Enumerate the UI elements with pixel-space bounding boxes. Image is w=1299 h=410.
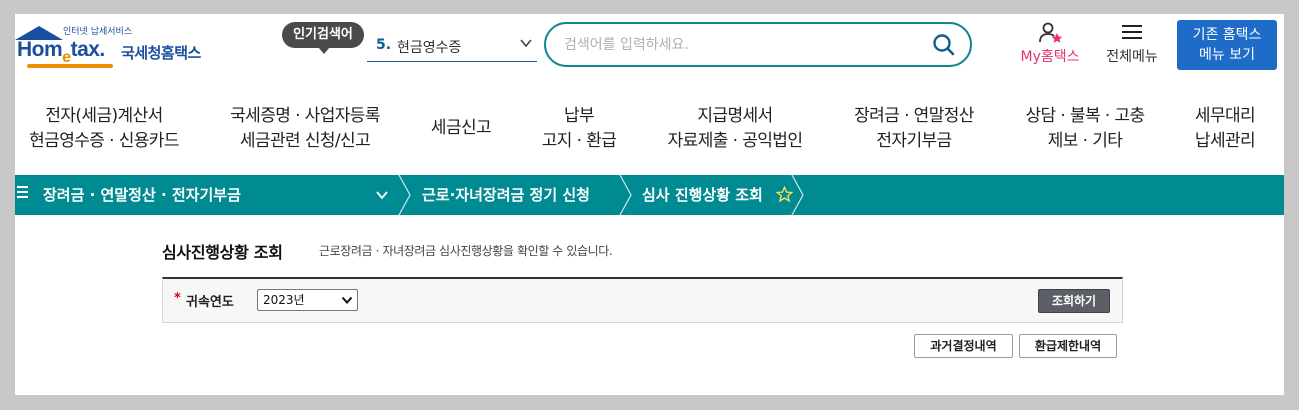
old-hometax-menu-button[interactable]: 기존 홈택스 메뉴 보기 [1177, 20, 1277, 70]
location-level3: 심사 진행상황 조회 [642, 186, 763, 204]
gnb-line2: 전자기부금 [876, 131, 952, 151]
page-title: 심사진행상황 조회 [162, 243, 283, 262]
breadcrumb-separator-icon [398, 175, 411, 215]
location-level1[interactable]: 장려금 · 연말정산 · 전자기부금 [43, 175, 241, 215]
search-condition-panel: * 귀속연도 2023년 조회하기 [162, 277, 1123, 323]
old-home-line2: 메뉴 보기 [1199, 47, 1255, 63]
gnb-item-tax-filing[interactable]: 세금신고 [421, 116, 501, 141]
location-bar: 장려금 · 연말정산 · 전자기부금 근로·자녀장려금 정기 신청 심사 진행상… [15, 175, 1284, 215]
gnb-line2: 현금영수증 · 신용카드 [29, 131, 179, 151]
gnb-item-payment-statement[interactable]: 지급명세서 자료제출 · 공익법인 [655, 104, 815, 154]
gnb-line2: 자료제출 · 공익법인 [667, 131, 803, 151]
year-label: 귀속연도 [186, 295, 234, 310]
chevron-down-icon [520, 39, 532, 48]
global-navigation: 전자(세금)계산서 현금영수증 · 신용카드 국세증명 · 사업자등록 세금관련… [15, 104, 1284, 156]
old-home-line1: 기존 홈택스 [1192, 27, 1262, 43]
search-icon[interactable] [932, 33, 956, 57]
gnb-line2: 납세관리 [1194, 131, 1256, 151]
logo-korean-name: 국세청홈택스 [121, 44, 201, 62]
hamburger-icon [1122, 25, 1142, 39]
gnb-item-incentive[interactable]: 장려금 · 연말정산 전자기부금 [841, 104, 987, 154]
gnb-item-certificates[interactable]: 국세증명 · 사업자등록 세금관련 신청/신고 [219, 104, 391, 154]
gnb-line1: 지급명세서 [697, 106, 773, 126]
location-level2[interactable]: 근로·자녀장려금 정기 신청 [422, 175, 590, 215]
gnb-line1: 전자(세금)계산서 [45, 106, 163, 126]
chevron-down-icon [341, 296, 353, 304]
gnb-line2: 제보 · 기타 [1047, 131, 1123, 151]
gnb-line1: 납부 [563, 106, 595, 126]
gnb-item-consultation[interactable]: 상담 · 불복 · 고충 제보 · 기타 [1013, 104, 1157, 154]
gnb-line1: 세무대리 [1194, 106, 1256, 126]
page: 인터넷 납세서비스 Hometax. 국세청홈택스 인기검색어 5. 현금영수증… [15, 14, 1284, 395]
search-input[interactable] [564, 33, 904, 57]
popular-search-rank: 5. [376, 37, 392, 53]
my-hometax-button[interactable]: My홈택스 [1014, 22, 1086, 72]
past-decisions-button[interactable]: 과거결정내역 [914, 334, 1013, 358]
popular-search-badge: 인기검색어 [282, 22, 364, 54]
chevron-down-icon[interactable] [375, 188, 389, 202]
year-select-value: 2023년 [263, 293, 305, 307]
hometax-logo[interactable]: 인터넷 납세서비스 Hometax. 국세청홈택스 [15, 24, 225, 74]
gnb-line1: 국세증명 · 사업자등록 [230, 106, 380, 126]
user-star-icon [1039, 22, 1063, 43]
page-description: 근로장려금 · 자녀장려금 심사진행상황을 확인할 수 있습니다. [319, 244, 613, 258]
my-hometax-label: My홈택스 [1020, 49, 1080, 65]
gnb-item-e-invoice[interactable]: 전자(세금)계산서 현금영수증 · 신용카드 [21, 104, 187, 154]
all-menu-button[interactable]: 전체메뉴 [1097, 22, 1167, 72]
year-select[interactable]: 2023년 [257, 289, 358, 311]
breadcrumb-separator-icon [791, 175, 804, 215]
gnb-line1: 세금신고 [430, 118, 492, 138]
gnb-line1: 장려금 · 연말정산 [854, 106, 974, 126]
popular-search-select[interactable]: 5. 현금영수증 [367, 32, 537, 62]
all-menu-label: 전체메뉴 [1106, 49, 1158, 65]
popular-search-term: 현금영수증 [397, 40, 462, 56]
menu-icon[interactable] [17, 186, 28, 200]
gnb-line2: 고지 · 환급 [541, 131, 617, 151]
header: 인터넷 납세서비스 Hometax. 국세청홈택스 인기검색어 5. 현금영수증… [15, 14, 1284, 84]
refund-limit-button[interactable]: 환급제한내역 [1019, 334, 1117, 358]
query-button[interactable]: 조회하기 [1038, 289, 1110, 313]
gnb-line2: 세금관련 신청/신고 [239, 131, 371, 151]
required-mark: * [174, 291, 181, 306]
gnb-line1: 상담 · 불복 · 고충 [1025, 106, 1145, 126]
logo-wordmark: Hometax. [17, 38, 105, 66]
search-box [544, 22, 972, 67]
logo-small-text: 인터넷 납세서비스 [63, 27, 133, 37]
logo-swoosh [27, 64, 113, 68]
gnb-item-tax-agent[interactable]: 세무대리 납세관리 [1185, 104, 1265, 154]
gnb-item-payment[interactable]: 납부 고지 · 환급 [529, 104, 629, 154]
breadcrumb-separator-icon [619, 175, 632, 215]
